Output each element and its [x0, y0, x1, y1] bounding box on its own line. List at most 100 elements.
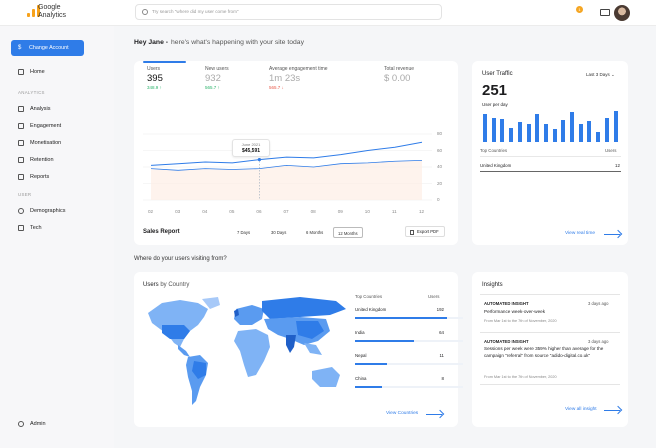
- sidebar-item-label: Engagement: [30, 123, 62, 129]
- range-7-days[interactable]: 7 Days: [233, 227, 254, 238]
- home-icon: [18, 69, 24, 75]
- kpi-change: 565.7 ↑: [205, 85, 220, 90]
- brand-name: Google Analytics: [38, 4, 66, 19]
- sidebar-item-demographics[interactable]: Demographics: [18, 208, 65, 214]
- country-bar-fill: [355, 340, 415, 342]
- traffic-col-users: Users: [605, 148, 617, 153]
- divider: [480, 332, 620, 333]
- view-all-insight-link[interactable]: View all insight: [565, 407, 597, 412]
- kpi-label: Average engagement time: [269, 66, 328, 72]
- traffic-bar: [604, 118, 609, 142]
- range-12-months[interactable]: 12 Months: [333, 227, 363, 238]
- traffic-bar: [483, 114, 487, 142]
- range-6-months[interactable]: 6 Months: [302, 227, 327, 238]
- sidebar-item-label: Demographics: [30, 208, 66, 214]
- export-pdf-button[interactable]: Export PDF: [405, 226, 445, 237]
- sidebar-item-home[interactable]: Home: [18, 69, 45, 75]
- insight-tag: AUTOMATED INSIGHT: [484, 301, 529, 306]
- traffic-row-value: 12: [615, 163, 620, 168]
- sidebar-item-engagement[interactable]: Engagement: [18, 123, 61, 129]
- sales-report-title: Sales Report: [143, 229, 180, 235]
- x-tick-label: 11: [391, 209, 397, 214]
- mail-icon[interactable]: [600, 9, 610, 16]
- divider: [480, 156, 621, 157]
- chevron-down-icon: ⌄: [611, 72, 615, 77]
- australia: [312, 367, 340, 387]
- arrow-right-icon[interactable]: [604, 234, 620, 235]
- kpi-engagement-time[interactable]: Average engagement time 1m 23s 565.7 ↓: [269, 66, 328, 90]
- notification-bell-icon[interactable]: 1: [576, 6, 583, 13]
- divider: [480, 294, 620, 295]
- gear-icon: [18, 421, 24, 427]
- kpi-revenue[interactable]: Total revenue $ 0.00: [384, 66, 414, 84]
- x-tick-label: 12: [419, 209, 425, 214]
- users-country-title: Users by Country: [143, 282, 189, 288]
- country-name: India: [355, 330, 365, 335]
- chart-tooltip: June 2021 $45,591: [232, 139, 270, 157]
- y-tick-label: 20: [437, 180, 443, 186]
- traffic-title: User Traffic: [482, 71, 513, 77]
- title-main: Users: [143, 282, 159, 288]
- x-tick-label: 08: [310, 209, 316, 214]
- kpi-change: 348.9 ↑: [147, 85, 162, 90]
- view-countries-link[interactable]: View Countries: [386, 411, 418, 416]
- traffic-bar: [596, 132, 601, 142]
- sidebar-item-retention[interactable]: Retention: [18, 157, 54, 163]
- brand-line-1: Google: [38, 4, 61, 11]
- search-placeholder: Try search "where did my user come from": [152, 9, 239, 14]
- country-value: 11: [439, 353, 444, 358]
- sidebar-item-reports[interactable]: Reports: [18, 174, 49, 180]
- insight-text[interactable]: Performance week-over-week: [484, 309, 622, 316]
- sidebar-item-label: Monetisation: [30, 140, 62, 146]
- traffic-range-dropdown[interactable]: Last 3 Days ⌄: [586, 72, 615, 78]
- tech-icon: [18, 225, 24, 231]
- kpi-label: New users: [205, 66, 229, 72]
- range-30-days[interactable]: 30 Days: [267, 227, 290, 238]
- sidebar-item-monetisation[interactable]: Monetisation: [18, 140, 61, 146]
- insight-tag: AUTOMATED INSIGHT: [484, 339, 529, 344]
- tooltip-month: June 2021: [241, 142, 261, 147]
- traffic-bar: [587, 121, 592, 142]
- country-name: China: [355, 376, 367, 381]
- insight-text[interactable]: Sessions per week were 359% higher than …: [484, 346, 622, 359]
- x-tick-label: 02: [148, 209, 154, 214]
- where-heading: Where do your users visiting from?: [134, 256, 227, 262]
- sidebar-item-admin[interactable]: Admin: [18, 421, 46, 427]
- kpi-label: Total revenue: [384, 66, 415, 72]
- title-sub: by Country: [160, 282, 190, 288]
- arrow-right-icon[interactable]: [426, 414, 442, 415]
- country-name: United Kingdom: [355, 307, 387, 312]
- search-input[interactable]: Try search "where did my user come from": [135, 4, 442, 20]
- document-icon: [410, 230, 414, 235]
- insight-time: 3 days ago: [588, 339, 609, 344]
- divider: [480, 384, 620, 385]
- kpi-value: $ 0.00: [384, 73, 411, 84]
- country-bar-fill: [355, 363, 388, 365]
- countries-col-users: Users: [428, 294, 440, 299]
- country-value: 64: [439, 330, 444, 335]
- y-tick-label: 80: [437, 131, 443, 136]
- avatar[interactable]: [614, 5, 630, 21]
- change-account-button[interactable]: $ Change Account: [11, 40, 84, 56]
- traffic-bar: [509, 128, 514, 142]
- kpi-label: Users: [147, 66, 161, 72]
- insight-time: 3 days ago: [588, 301, 609, 306]
- countries-col-name: Top Countries: [355, 294, 383, 299]
- traffic-sub: User per day: [482, 102, 508, 107]
- world-map: [148, 297, 346, 405]
- kpi-users[interactable]: Users 395 348.9 ↑: [147, 66, 163, 90]
- traffic-bar: [561, 120, 566, 142]
- arrow-right-icon[interactable]: [604, 410, 620, 411]
- brand-line-2: Analytics: [38, 11, 67, 19]
- view-real-time-link[interactable]: View real time: [565, 231, 595, 236]
- traffic-value: 251: [482, 82, 508, 99]
- sidebar-item-label: Retention: [30, 157, 54, 163]
- kpi-new-users[interactable]: New users 932 565.7 ↑: [205, 66, 229, 90]
- kpi-value: 1m 23s: [269, 73, 301, 84]
- x-tick-label: 05: [229, 209, 235, 214]
- sidebar-item-analysis[interactable]: Analysis: [18, 106, 50, 112]
- insight-from: From Mar 1st to the 7th of November, 202…: [484, 319, 557, 323]
- x-tick-label: 03: [175, 209, 181, 214]
- sidebar-item-tech[interactable]: Tech: [18, 225, 42, 231]
- traffic-bar: [570, 112, 574, 142]
